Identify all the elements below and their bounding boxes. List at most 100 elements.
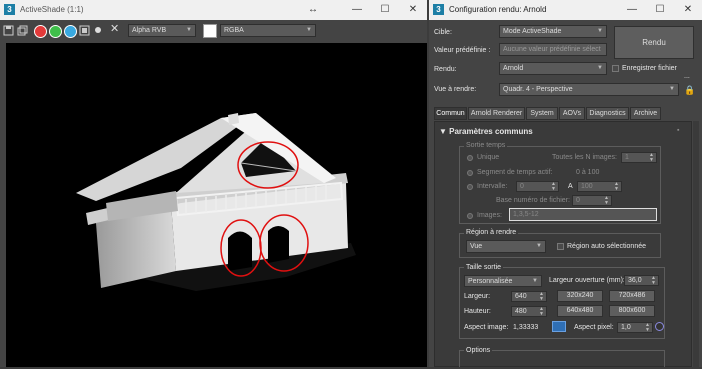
interval-radio[interactable]: [467, 184, 473, 190]
file-browse-button[interactable]: ...: [684, 73, 690, 80]
activeshade-titlebar[interactable]: 3 ActiveShade (1:1) ↔ — ☐ ✕: [0, 0, 427, 20]
region-label: Région à rendre: [464, 229, 519, 236]
width-value: 640: [515, 293, 527, 300]
blue-channel-button[interactable]: [64, 25, 77, 38]
preset-select[interactable]: Aucune valeur prédéfinie sélect: [499, 43, 607, 56]
tab-aovs[interactable]: AOVs: [559, 107, 585, 120]
active-segment-label: Segment de temps actif:: [477, 169, 553, 176]
chevron-down-icon: ▼: [532, 278, 538, 284]
spinner-icon: ▲ ▼: [645, 322, 650, 333]
images-field[interactable]: 1,3,5-12: [509, 208, 657, 221]
render-viewport[interactable]: [6, 43, 427, 367]
file-base-field[interactable]: 0 ▲ ▼: [572, 195, 612, 206]
file-base-value: 0: [576, 197, 580, 204]
spinner-icon: ▲ ▼: [649, 152, 654, 163]
red-channel-button[interactable]: [34, 25, 47, 38]
width-field[interactable]: 640 ▲ ▼: [511, 291, 547, 302]
tab-diagnostics[interactable]: Diagnostics: [586, 107, 629, 120]
output-preset-select[interactable]: Personnalisée ▼: [464, 275, 542, 287]
preset-320x240-button[interactable]: 320x240: [557, 290, 603, 302]
renderer-value: Arnold: [503, 65, 524, 72]
width-label: Largeur:: [464, 293, 491, 300]
tab-archive[interactable]: Archive: [630, 107, 661, 120]
chevron-down-icon: ▼: [597, 28, 603, 34]
auto-region-checkbox[interactable]: [557, 243, 564, 250]
pixel-aspect-label: Aspect pixel:: [574, 324, 614, 331]
pixel-aspect-lock-icon[interactable]: [655, 322, 664, 331]
render-setup-titlebar[interactable]: 3 Configuration rendu: Arnold — ☐ ✕: [429, 0, 702, 20]
aperture-value: 36,0: [628, 277, 642, 284]
activeshade-toolbar: ✕ Alpha RVB ▼ RGBA ▼: [0, 20, 427, 42]
interval-start-field[interactable]: 0 ▲ ▼: [516, 181, 559, 192]
monochrome-icon[interactable]: [95, 27, 101, 33]
move-arrows-icon[interactable]: ↔: [306, 3, 320, 17]
renderer-select[interactable]: Arnold ▼: [499, 62, 607, 75]
save-file-label: Enregistrer fichier: [622, 65, 677, 72]
green-channel-button[interactable]: [49, 25, 62, 38]
pixel-aspect-value: 1,0: [621, 324, 631, 331]
time-output-label: Sortie temps: [464, 142, 508, 149]
unique-radio[interactable]: [467, 155, 473, 161]
images-radio[interactable]: [467, 213, 473, 219]
save-icon[interactable]: [3, 25, 14, 36]
render-setup-title: Configuration rendu: Arnold: [449, 5, 547, 14]
target-value: Mode ActiveShade: [503, 28, 562, 35]
maximize-button[interactable]: ☐: [653, 3, 667, 17]
region-value: Vue: [470, 243, 483, 250]
spinner-icon: ▲ ▼: [604, 195, 609, 206]
spinner-icon: ▲ ▼: [539, 291, 544, 302]
active-segment-range: 0 à 100: [576, 169, 600, 176]
active-segment-radio[interactable]: [467, 170, 473, 176]
tab-system[interactable]: System: [526, 107, 558, 120]
minimize-button[interactable]: —: [625, 3, 639, 17]
image-aspect-label: Aspect image:: [464, 324, 509, 331]
spinner-icon: ▲ ▼: [651, 275, 656, 286]
close-button[interactable]: ✕: [681, 3, 695, 17]
tab-commun[interactable]: Commun: [434, 107, 467, 120]
aspect-lock-icon[interactable]: [552, 321, 566, 332]
alpha-channel-icon[interactable]: [79, 25, 90, 36]
view-select[interactable]: Quadr. 4 - Perspective ▼: [499, 83, 679, 96]
auto-region-label: Région auto sélectionnée: [567, 243, 647, 250]
view-label: Vue à rendre:: [434, 86, 477, 93]
preset-800x600-button[interactable]: 800x600: [609, 305, 655, 317]
interval-end-field[interactable]: 100 ▲ ▼: [577, 181, 622, 192]
height-field[interactable]: 480 ▲ ▼: [511, 306, 547, 317]
image-aspect-value: 1,33333: [513, 324, 539, 331]
every-n-field[interactable]: 1 ▲ ▼: [621, 152, 657, 163]
spinner-icon: ▲ ▼: [551, 181, 556, 192]
every-n-value: 1: [625, 154, 629, 161]
target-label: Cible:: [434, 29, 452, 36]
chevron-down-icon: ▼: [669, 86, 675, 92]
panel-scrollbar[interactable]: [693, 121, 699, 367]
app-icon: 3: [433, 4, 444, 15]
region-select[interactable]: Vue ▼: [466, 240, 546, 253]
maximize-button[interactable]: ☐: [378, 3, 392, 17]
target-select[interactable]: Mode ActiveShade ▼: [499, 25, 607, 38]
copy-icon[interactable]: [17, 25, 28, 36]
output-size-label: Taille sortie: [464, 264, 504, 271]
chevron-down-icon: ▼: [186, 27, 192, 33]
pixel-aspect-field[interactable]: 1,0 ▲ ▼: [617, 322, 653, 333]
aperture-field[interactable]: 36,0 ▲ ▼: [624, 275, 659, 286]
render-button[interactable]: Rendu: [614, 26, 694, 59]
aperture-label: Largeur ouverture (mm):: [549, 277, 625, 284]
tab-arnold-renderer[interactable]: Arnold Renderer: [468, 107, 525, 120]
preset-value: Aucune valeur prédéfinie sélect: [503, 46, 601, 53]
render-setup-window: 3 Configuration rendu: Arnold — ☐ ✕ Cibl…: [429, 0, 702, 367]
save-file-checkbox[interactable]: [612, 65, 619, 72]
preset-720x486-button[interactable]: 720x486: [609, 290, 655, 302]
channel-display-select[interactable]: Alpha RVB ▼: [128, 24, 196, 37]
preset-640x480-button[interactable]: 640x480: [557, 305, 603, 317]
close-button[interactable]: ✕: [406, 3, 420, 17]
lock-icon[interactable]: 🔒: [684, 85, 695, 96]
section-pin-icon[interactable]: ▪: [677, 127, 679, 134]
clear-icon[interactable]: ✕: [110, 23, 121, 35]
background-color-swatch[interactable]: [203, 24, 217, 38]
output-preset-value: Personnalisée: [468, 278, 513, 285]
options-label: Options: [464, 347, 493, 354]
minimize-button[interactable]: —: [350, 3, 364, 17]
preset-label: Valeur prédéfinie :: [434, 47, 491, 54]
format-select[interactable]: RGBA ▼: [220, 24, 316, 37]
section-title[interactable]: ▼ Paramètres communs: [439, 127, 533, 136]
